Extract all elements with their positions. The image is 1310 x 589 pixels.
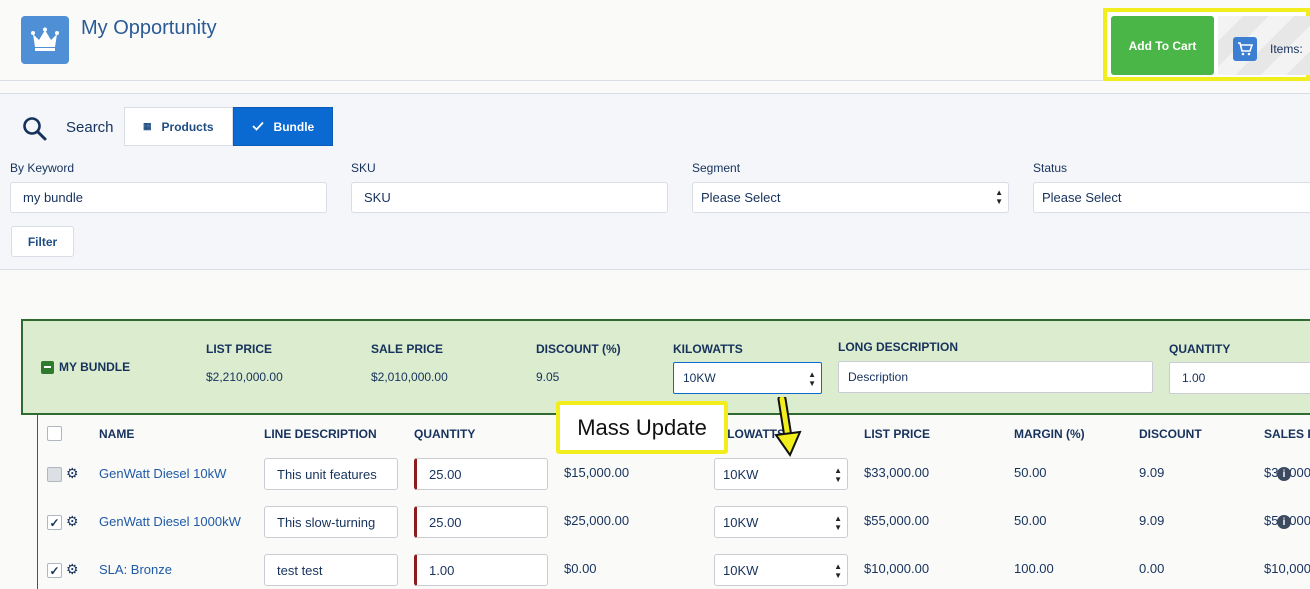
col-discount: DISCOUNT xyxy=(1139,427,1202,441)
segment-select[interactable]: Please Select ▲ ▼ xyxy=(692,182,1009,213)
line-description-input[interactable]: test test xyxy=(264,554,398,586)
list-price-value: $55,000.00 xyxy=(864,513,930,528)
col-list-price: LIST PRICE xyxy=(864,427,931,441)
bundle-list-price-label: LIST PRICE xyxy=(206,342,273,356)
cost-value: $15,000.00 xyxy=(564,465,630,480)
search-icon xyxy=(22,116,48,145)
discount-value: 0.00 xyxy=(1139,561,1165,576)
line-description-input[interactable]: This slow-turning xyxy=(264,506,398,538)
bundle-quantity-label: QUANTITY xyxy=(1169,342,1231,356)
kilowatts-select[interactable]: 10KW ▲ ▼ xyxy=(714,458,848,490)
sku-label: SKU xyxy=(351,161,376,175)
cart-icon xyxy=(1233,37,1257,61)
mass-update-callout: Mass Update xyxy=(556,401,728,454)
col-name: NAME xyxy=(99,427,135,441)
col-quantity: QUANTITY xyxy=(414,427,476,441)
bundle-discount: 9.05 xyxy=(536,370,560,384)
select-arrows-icon: ▲ ▼ xyxy=(834,466,842,484)
quantity-input[interactable]: 25.00 xyxy=(414,458,548,490)
row-checkbox[interactable]: ✓ xyxy=(47,563,62,578)
bundle-discount-label: DISCOUNT (%) xyxy=(536,342,621,356)
check-icon xyxy=(251,120,264,134)
bundle-kilowatts-label: KILOWATTS xyxy=(673,342,743,356)
bundle-divider xyxy=(37,415,38,589)
sales-price-value: $10,000.00 xyxy=(1264,561,1310,576)
search-tabs: ▦ Products Bundle xyxy=(124,107,334,146)
crown-icon xyxy=(21,16,69,64)
bundle-sale-price: $2,010,000.00 xyxy=(371,370,448,384)
cart-highlight: Add To Cart Items: xyxy=(1103,8,1310,81)
col-line-description: LINE DESCRIPTION xyxy=(264,427,377,441)
bundle-list-price: $2,210,000.00 xyxy=(206,370,283,384)
info-icon[interactable]: i xyxy=(1277,515,1291,529)
cost-value: $25,000.00 xyxy=(564,513,630,528)
filter-button[interactable]: Filter xyxy=(11,226,74,257)
search-label: Search xyxy=(66,119,114,136)
page-title: My Opportunity xyxy=(81,17,217,39)
select-arrows-icon: ▲ ▼ xyxy=(995,188,1003,206)
quantity-input[interactable]: 1.00 xyxy=(414,554,548,586)
sku-input[interactable]: SKU xyxy=(351,182,668,213)
gear-icon[interactable]: ⚙ xyxy=(66,465,79,482)
select-arrows-icon: ▲ ▼ xyxy=(808,370,816,388)
bundle-kilowatts-select[interactable]: 10KW ▲ ▼ xyxy=(673,362,822,394)
tab-bundle[interactable]: Bundle xyxy=(232,107,334,146)
select-arrows-icon: ▲ ▼ xyxy=(834,562,842,580)
select-arrows-icon: ▲ ▼ xyxy=(834,514,842,532)
discount-value: 9.09 xyxy=(1139,513,1165,528)
kilowatts-select[interactable]: 10KW ▲ ▼ xyxy=(714,554,848,586)
info-icon[interactable]: i xyxy=(1277,467,1291,481)
product-name-link[interactable]: SLA: Bronze xyxy=(99,562,172,577)
segment-label: Segment xyxy=(692,161,741,175)
keyword-label: By Keyword xyxy=(10,161,75,175)
search-panel: Search ▦ Products Bundle By Keyword my b… xyxy=(0,93,1310,270)
col-sales-price: SALES PRICE xyxy=(1264,427,1310,441)
keyword-input[interactable]: my bundle xyxy=(10,182,327,213)
product-name-link[interactable]: GenWatt Diesel 10kW xyxy=(99,466,226,481)
bundle-sale-price-label: SALE PRICE xyxy=(371,342,444,356)
page-header: My Opportunity Add To Cart Items: xyxy=(0,0,1310,81)
select-all-checkbox[interactable] xyxy=(47,426,62,441)
cost-value: $0.00 xyxy=(564,561,597,576)
cart-summary[interactable]: Items: xyxy=(1218,16,1310,75)
tab-products[interactable]: ▦ Products xyxy=(124,107,233,146)
col-margin: MARGIN (%) xyxy=(1014,427,1085,441)
collapse-icon[interactable] xyxy=(41,360,54,374)
margin-value: 50.00 xyxy=(1014,465,1047,480)
kilowatts-select[interactable]: 10KW ▲ ▼ xyxy=(714,506,848,538)
arrow-down-icon xyxy=(770,394,810,462)
margin-value: 100.00 xyxy=(1014,561,1054,576)
gear-icon[interactable]: ⚙ xyxy=(66,513,79,530)
bundle-long-description-label: LONG DESCRIPTION xyxy=(838,340,959,354)
bundle-name[interactable]: MY BUNDLE xyxy=(41,360,130,374)
status-select[interactable]: Please Select xyxy=(1033,182,1310,213)
status-label: Status xyxy=(1033,161,1068,175)
product-name-link[interactable]: GenWatt Diesel 1000kW xyxy=(99,514,241,529)
quantity-input[interactable]: 25.00 xyxy=(414,506,548,538)
row-checkbox[interactable] xyxy=(47,467,62,482)
cart-items-label: Items: xyxy=(1270,42,1303,56)
list-price-value: $10,000.00 xyxy=(864,561,930,576)
gear-icon[interactable]: ⚙ xyxy=(66,561,79,578)
discount-value: 9.09 xyxy=(1139,465,1165,480)
row-checkbox[interactable]: ✓ xyxy=(47,515,62,530)
list-icon: ▦ xyxy=(143,121,152,131)
add-to-cart-button[interactable]: Add To Cart xyxy=(1111,16,1214,75)
line-description-input[interactable]: This unit features xyxy=(264,458,398,490)
bundle-quantity-input[interactable]: 1.00 xyxy=(1169,362,1310,394)
bundle-long-description-input[interactable]: Description xyxy=(838,361,1153,393)
margin-value: 50.00 xyxy=(1014,513,1047,528)
list-price-value: $33,000.00 xyxy=(864,465,930,480)
